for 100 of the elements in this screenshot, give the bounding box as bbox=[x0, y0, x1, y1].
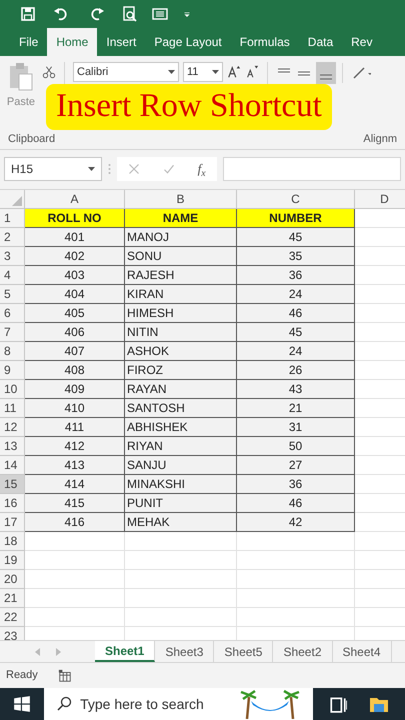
row-header[interactable]: 7 bbox=[0, 322, 25, 342]
table-cell: 412 bbox=[25, 436, 125, 456]
row-header[interactable]: 3 bbox=[0, 246, 25, 266]
sheet-tab[interactable]: Sheet1 bbox=[95, 641, 156, 662]
font-size-field[interactable]: 11 bbox=[183, 62, 223, 82]
table-cell: RAYAN bbox=[125, 380, 237, 399]
table-cell: 36 bbox=[237, 266, 355, 285]
row-header[interactable]: 18 bbox=[0, 532, 25, 551]
table-cell: 403 bbox=[25, 266, 125, 285]
table-cell: 416 bbox=[25, 512, 125, 532]
name-box[interactable]: H15 bbox=[4, 157, 102, 182]
caret-icon[interactable] bbox=[212, 70, 219, 74]
column-header[interactable]: D bbox=[355, 190, 405, 208]
group-label: Clipboard bbox=[8, 132, 56, 147]
row-header[interactable]: 14 bbox=[0, 456, 25, 475]
table-cell: 50 bbox=[237, 436, 355, 456]
title-banner: Insert Row Shortcut bbox=[46, 84, 332, 130]
table-cell: MANOJ bbox=[125, 228, 237, 247]
align-bottom-button[interactable] bbox=[316, 62, 336, 84]
table-cell: 411 bbox=[25, 418, 125, 437]
windows-icon[interactable] bbox=[13, 695, 32, 714]
row-header[interactable]: 20 bbox=[0, 570, 25, 589]
formula-field[interactable] bbox=[223, 157, 401, 182]
table-cell: NUMBER bbox=[237, 208, 355, 228]
align-bottom-icon bbox=[319, 72, 333, 81]
table-cell: 21 bbox=[237, 398, 355, 418]
ribbon-tab[interactable]: Rev bbox=[342, 28, 382, 56]
ribbon-tab[interactable]: File bbox=[10, 28, 48, 56]
table-cell: 415 bbox=[25, 494, 125, 513]
row-header[interactable]: 19 bbox=[0, 550, 25, 570]
row-header[interactable]: 22 bbox=[0, 608, 25, 627]
row-header[interactable]: 1 bbox=[0, 208, 25, 228]
table-cell: 46 bbox=[237, 304, 355, 323]
column-header[interactable]: B bbox=[125, 190, 237, 208]
form-icon[interactable] bbox=[152, 6, 168, 22]
table-cell: 405 bbox=[25, 304, 125, 323]
table-cell: 401 bbox=[25, 228, 125, 247]
table-cell: RIYAN bbox=[125, 436, 237, 456]
taskbar-search-field[interactable]: Type here to search bbox=[44, 688, 313, 720]
table-cell: 404 bbox=[25, 284, 125, 304]
insert-function-button[interactable]: f$_{x}$ bbox=[198, 159, 206, 179]
column-header[interactable]: A bbox=[25, 190, 125, 208]
table-cell: 31 bbox=[237, 418, 355, 437]
group-label: Alignm bbox=[363, 132, 397, 147]
hammock-drawing bbox=[239, 689, 301, 720]
table-cell: 26 bbox=[237, 360, 355, 380]
print-preview-icon[interactable] bbox=[122, 6, 138, 22]
row-header[interactable]: 10 bbox=[0, 380, 25, 399]
row-header[interactable]: 8 bbox=[0, 342, 25, 361]
table-cell: NITIN bbox=[125, 322, 237, 342]
macro-icon[interactable] bbox=[58, 668, 72, 683]
table-cell: SANJU bbox=[125, 456, 237, 475]
ribbon-tab[interactable]: Formulas bbox=[230, 28, 299, 56]
row-header[interactable]: 15 bbox=[0, 474, 25, 494]
font-name-field[interactable]: Calibri bbox=[73, 62, 179, 82]
row-header[interactable]: 2 bbox=[0, 228, 25, 247]
caret-icon[interactable] bbox=[88, 167, 95, 172]
row-header[interactable]: 11 bbox=[0, 398, 25, 418]
status-text: Ready bbox=[6, 668, 38, 684]
row-header[interactable]: 17 bbox=[0, 512, 25, 532]
shrink-font-icon[interactable] bbox=[245, 64, 259, 80]
table-cell: 410 bbox=[25, 398, 125, 418]
column-header[interactable]: C bbox=[237, 190, 355, 208]
row-header[interactable]: 16 bbox=[0, 494, 25, 513]
table-cell: 27 bbox=[237, 456, 355, 475]
row-header[interactable]: 21 bbox=[0, 588, 25, 608]
table-cell: 406 bbox=[25, 322, 125, 342]
ribbon-tab[interactable]: Home bbox=[47, 28, 98, 56]
grow-font-icon[interactable] bbox=[227, 64, 241, 80]
drag-handle-icon[interactable] bbox=[108, 163, 111, 176]
row-header[interactable]: 5 bbox=[0, 284, 25, 304]
table-cell: HIMESH bbox=[125, 304, 237, 323]
table-cell: ABHISHEK bbox=[125, 418, 237, 437]
row-header[interactable]: 23 bbox=[0, 626, 25, 640]
cut-icon[interactable] bbox=[42, 64, 56, 80]
row-header[interactable]: 12 bbox=[0, 418, 25, 437]
table-cell: 407 bbox=[25, 342, 125, 361]
ribbon-tab[interactable]: Insert bbox=[97, 28, 146, 56]
row-header[interactable]: 6 bbox=[0, 304, 25, 323]
caret-icon[interactable] bbox=[168, 70, 175, 74]
save-icon[interactable] bbox=[20, 6, 36, 22]
table-cell: ASHOK bbox=[125, 342, 237, 361]
ribbon-tab[interactable]: Page Layout bbox=[145, 28, 231, 56]
table-cell: 36 bbox=[237, 474, 355, 494]
table-cell: FIROZ bbox=[125, 360, 237, 380]
table-cell: SONU bbox=[125, 246, 237, 266]
table-cell: KIRAN bbox=[125, 284, 237, 304]
ribbon-tab[interactable]: Data bbox=[298, 28, 342, 56]
row-header[interactable]: 9 bbox=[0, 360, 25, 380]
table-cell: MINAKSHI bbox=[125, 474, 237, 494]
table-cell: 24 bbox=[237, 284, 355, 304]
row-header[interactable]: 13 bbox=[0, 436, 25, 456]
table-cell: 408 bbox=[25, 360, 125, 380]
row-header[interactable]: 4 bbox=[0, 266, 25, 285]
table-cell: 45 bbox=[237, 322, 355, 342]
table-cell: 24 bbox=[237, 342, 355, 361]
table-cell: 42 bbox=[237, 512, 355, 532]
table-cell: 413 bbox=[25, 456, 125, 475]
task-view-icon[interactable] bbox=[329, 695, 347, 714]
folder-icon[interactable] bbox=[369, 695, 389, 714]
